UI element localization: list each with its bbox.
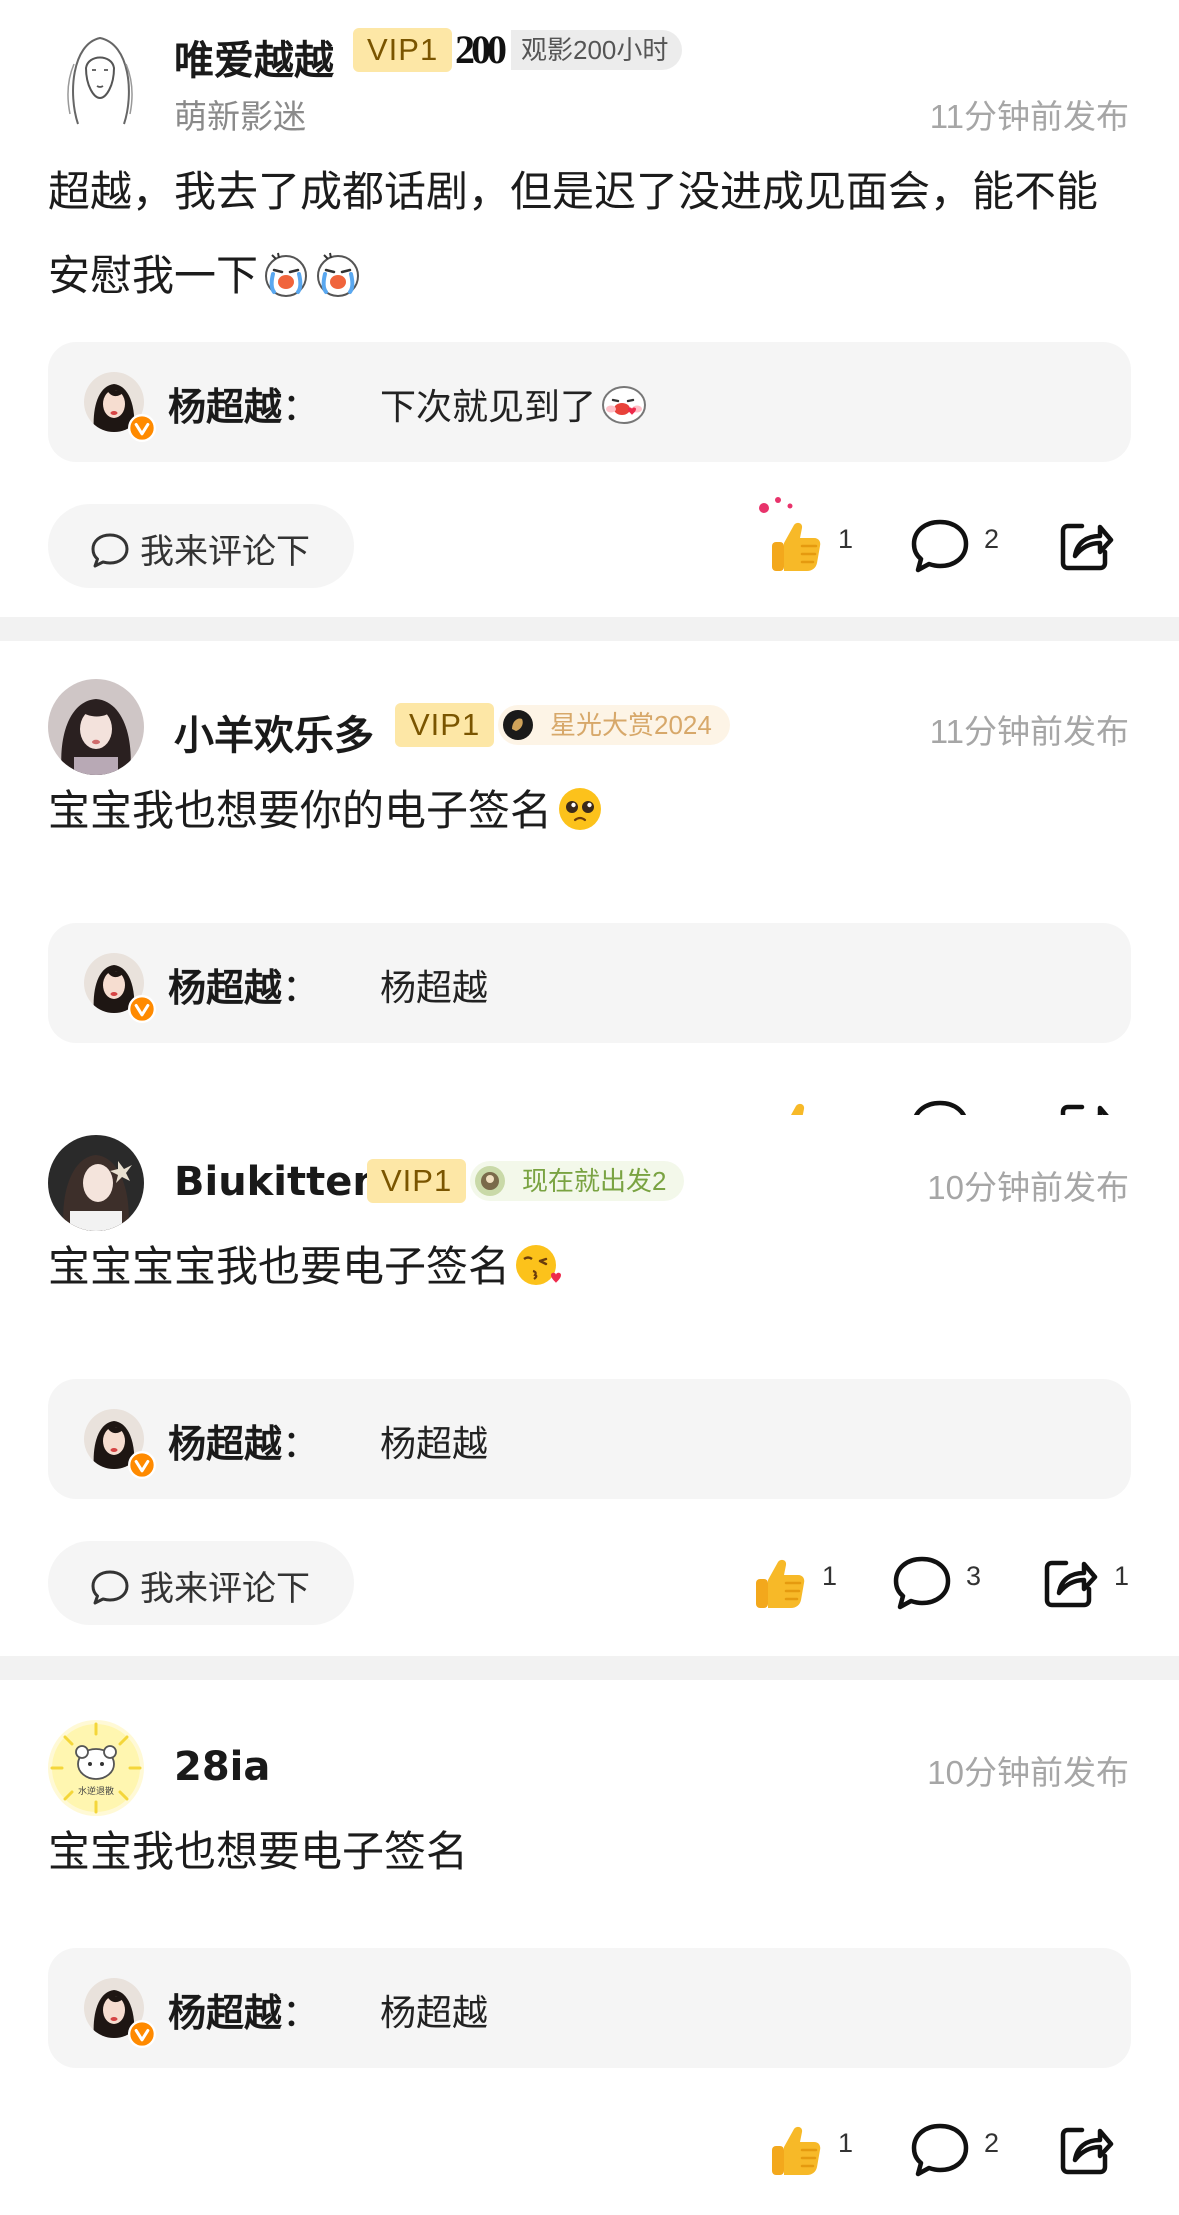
avatar[interactable] <box>48 24 152 128</box>
reply-colon: ： <box>282 387 321 429</box>
avatar-sketch-image <box>48 24 152 128</box>
vip-badge: VIP1 <box>367 1159 467 1203</box>
comment-small-icon <box>90 1567 130 1607</box>
thumbs-up-icon[interactable] <box>766 516 826 576</box>
author-reply[interactable]: 杨超越： 杨超越 <box>48 923 1131 1043</box>
share-icon[interactable] <box>1056 516 1116 576</box>
avatar-caption: 水逆退散 <box>78 1785 114 1797</box>
watch-hours-number: 200 <box>455 27 507 72</box>
reply-author: 杨超越 <box>168 387 283 429</box>
reply-author-name: 杨超越： <box>168 1413 320 1468</box>
comment-input-button[interactable]: 我来评论下 <box>48 504 354 588</box>
author-reply[interactable]: 杨超越： 下次就见到了 <box>48 342 1131 462</box>
post-text: 宝宝我也想要你的电子签名 <box>48 787 553 834</box>
verified-icon <box>128 1451 156 1479</box>
section-divider <box>0 617 1179 641</box>
thumbs-up-icon[interactable] <box>750 1553 810 1613</box>
vip-badge: VIP1 <box>395 703 495 747</box>
comment-bubble-icon[interactable] <box>910 2120 970 2180</box>
reply-author: 杨超越 <box>168 968 283 1010</box>
journey-badge: 现在就出发2 <box>470 1161 685 1201</box>
comment-bubble-icon[interactable] <box>910 1097 970 1115</box>
verified-icon <box>128 995 156 1023</box>
starlight-badge: 星光大赏2024 <box>498 705 730 745</box>
reply-author: 杨超越 <box>168 1993 283 2035</box>
post-time: 11分钟前发布 <box>929 713 1129 750</box>
post-content: 宝宝宝宝我也要电子签名 <box>48 1225 1138 1309</box>
post-4: 水逆退散 28ia 10分钟前发布 宝宝我也想要电子签名 杨超越： 杨超越 1 … <box>0 1680 1179 2215</box>
post-2: 小羊欢乐多 VIP1 星光大赏2024 11分钟前发布 宝宝我也想要你的电子签名… <box>0 641 1179 1115</box>
reply-colon: ： <box>282 1424 321 1466</box>
share-icon[interactable] <box>1040 1553 1100 1613</box>
post-3: Biukitten VIP1 现在就出发2 10分钟前发布 宝宝宝宝我也要电子签… <box>0 1115 1179 1650</box>
share-icon[interactable] <box>1056 2120 1116 2180</box>
post-time: 10分钟前发布 <box>927 1169 1129 1206</box>
comment-placeholder: 我来评论下 <box>140 1570 310 1608</box>
like-count: 1 <box>838 2128 854 2158</box>
comment-bubble-icon[interactable] <box>892 1553 952 1613</box>
like-count: 1 <box>838 524 854 554</box>
avatar-photo <box>48 1135 144 1231</box>
avatar[interactable] <box>48 1135 144 1231</box>
verified-icon <box>128 2020 156 2048</box>
reply-author-name: 杨超越： <box>168 957 320 1012</box>
username[interactable]: 28ia <box>174 1744 270 1790</box>
avatar[interactable]: 水逆退散 <box>48 1720 144 1816</box>
kissing-face-emoji-icon <box>514 1241 562 1289</box>
thumbs-up-icon[interactable] <box>766 2120 826 2180</box>
comment-small-icon <box>90 530 130 570</box>
comment-count: 3 <box>966 1561 982 1591</box>
crying-emoji-icon <box>262 250 310 298</box>
reply-text: 杨超越 <box>380 1992 489 2033</box>
username[interactable]: 小羊欢乐多 <box>174 703 374 761</box>
author-reply[interactable]: 杨超越： 杨超越 <box>48 1379 1131 1499</box>
starlight-medal-icon <box>503 710 533 740</box>
reply-colon: ： <box>282 1993 321 2035</box>
reply-text: 杨超越 <box>380 1423 489 1464</box>
comment-placeholder: 我来评论下 <box>140 533 310 571</box>
badge-label: 现在就出发2 <box>522 1166 667 1196</box>
pleading-face-emoji-icon <box>556 785 604 833</box>
post-text: 宝宝宝宝我也要电子签名 <box>48 1243 511 1290</box>
reply-text: 杨超越 <box>380 967 489 1008</box>
badge-label: 星光大赏2024 <box>550 710 712 740</box>
watch-hours-label: 观影200小时 <box>511 30 683 70</box>
verified-icon <box>128 414 156 442</box>
user-level-title: 萌新影迷 <box>174 98 306 135</box>
vip-badge: VIP1 <box>353 28 453 72</box>
reply-text: 下次就见到了 <box>380 378 648 430</box>
like-count: 1 <box>822 1561 838 1591</box>
reply-author: 杨超越 <box>168 1424 283 1466</box>
comment-bubble-icon[interactable] <box>910 516 970 576</box>
crying-emoji-icon <box>314 250 362 298</box>
post-content: 宝宝我也想要你的电子签名 <box>48 769 1138 853</box>
reply-colon: ： <box>282 968 321 1010</box>
post-time: 11分钟前发布 <box>929 98 1129 135</box>
share-icon[interactable] <box>1056 1097 1116 1115</box>
post-content: 宝宝我也想要电子签名 <box>48 1810 1138 1894</box>
avatar[interactable] <box>48 679 144 775</box>
avatar-photo <box>48 679 144 775</box>
post-time: 10分钟前发布 <box>927 1754 1129 1791</box>
post-text: 宝宝我也想要电子签名 <box>48 1828 469 1875</box>
reply-text-content: 下次就见到了 <box>380 386 597 427</box>
reply-author-name: 杨超越： <box>168 376 320 431</box>
reply-author-name: 杨超越： <box>168 1982 320 2037</box>
post-text: 超越，我去了成都话剧，但是迟了没进成见面会，能不能安慰我一下 <box>48 168 1099 299</box>
post-1: 唯爱越越 VIP1 200 观影200小时 萌新影迷 11分钟前发布 超越，我去… <box>0 0 1179 615</box>
duck-emoji-icon <box>600 379 648 427</box>
avatar-illustration: 水逆退散 <box>50 1722 142 1814</box>
section-divider <box>0 1656 1179 1680</box>
username[interactable]: Biukitten <box>174 1159 381 1205</box>
watch-hours-badge: 200 观影200小时 <box>455 27 693 72</box>
username[interactable]: 唯爱越越 <box>174 28 334 86</box>
comment-count: 2 <box>984 2128 1000 2158</box>
journey-medal-icon <box>475 1166 505 1196</box>
post-content: 超越，我去了成都话剧，但是迟了没进成见面会，能不能安慰我一下 <box>48 150 1138 318</box>
thumbs-up-icon[interactable] <box>768 1097 828 1115</box>
share-count: 1 <box>1114 1561 1130 1591</box>
comment-count: 2 <box>984 524 1000 554</box>
comment-input-button[interactable]: 我来评论下 <box>48 1541 354 1625</box>
author-reply[interactable]: 杨超越： 杨超越 <box>48 1948 1131 2068</box>
